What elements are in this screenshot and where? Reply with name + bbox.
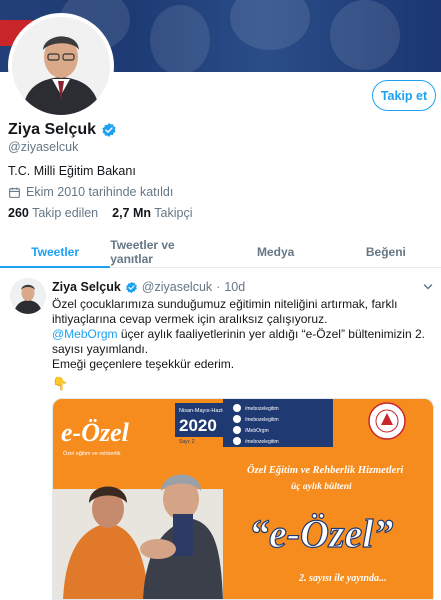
banner-shape (330, 0, 400, 70)
profile-tabs: Tweetler Tweetler ve yanıtlar Medya Beğe… (0, 236, 441, 268)
following-label: Takip edilen (32, 206, 99, 220)
banner-shape (230, 0, 310, 50)
joined-text: Ekim 2010 tarihinde katıldı (26, 185, 174, 199)
chevron-down-icon[interactable] (423, 282, 433, 292)
twitter-icon (233, 426, 241, 434)
youtube-icon (233, 437, 241, 445)
tweet-author-name[interactable]: Ziya Selçuk (52, 280, 121, 294)
tab-tweets-and-replies[interactable]: Tweetler ve yanıtlar (110, 236, 220, 267)
tweet-mention[interactable]: @MebOrgm (52, 327, 118, 341)
avatar-portrait (12, 17, 110, 115)
tweet-avatar[interactable] (10, 278, 46, 314)
following-stat[interactable]: 260 Takip edilen (8, 206, 98, 220)
pointing-down-icon: 👇 (52, 376, 69, 391)
bulletin-date-label: Nisan-Mayıs-Haziran (179, 408, 230, 414)
tweet-line-1: Özel çocuklarımıza sunduğumuz eğitimin n… (52, 297, 398, 326)
profile-stats: 260 Takip edilen 2,7 Mn Takipçi (8, 206, 193, 220)
social-handle-3: /MebOrgm (245, 428, 269, 434)
bulletin-year: 2020 (179, 416, 217, 435)
tab-tweets[interactable]: Tweetler (0, 236, 111, 268)
bulletin-headline-2: üç aylık bülteni (291, 482, 352, 492)
tweet-author-handle[interactable]: @ziyaselcuk (142, 280, 212, 294)
tweet-text: Özel çocuklarımıza sunduğumuz eğitimin n… (52, 297, 434, 372)
tab-likes[interactable]: Beğeni (331, 236, 441, 267)
verified-badge-icon (102, 123, 116, 137)
profile-name: Ziya Selçuk (8, 121, 97, 138)
calendar-icon (9, 187, 20, 198)
profile-joined: Ekim 2010 tarihinde katıldı (8, 185, 173, 199)
bulletin-footer: 2. sayısı ile yayında... (298, 573, 387, 584)
bulletin-brand: e-Özel (61, 418, 130, 447)
bulletin-sayi: Sayı: 2 (179, 439, 195, 445)
profile-avatar[interactable] (8, 13, 114, 119)
tweet-header: Ziya Selçuk @ziyaselcuk · 10d (52, 280, 432, 294)
profile-handle: @ziyaselcuk (8, 140, 79, 154)
followers-stat[interactable]: 2,7 Mn Takipçi (112, 206, 192, 220)
verified-badge-icon (125, 281, 137, 293)
tweet-line-3: Emeği geçenlere teşekkür ederim. (52, 357, 235, 371)
instagram-icon (233, 404, 241, 412)
bulletin-cover: e-Özel Özel eğitim ve rehberlik Nisan-Ma… (53, 399, 433, 599)
profile-name-row: Ziya Selçuk (8, 121, 117, 139)
tweet-avatar-portrait (10, 278, 46, 314)
banner-shape (150, 5, 210, 72)
social-handle-4: /mebozelegitim (245, 439, 279, 445)
follow-button[interactable]: Takip et (372, 80, 436, 111)
tweet-time[interactable]: 10d (224, 280, 245, 294)
tab-media[interactable]: Medya (221, 236, 331, 267)
social-handle-2: /mebozelegitim (245, 417, 279, 423)
following-count: 260 (8, 206, 29, 220)
followers-count: 2,7 Mn (112, 206, 152, 220)
followers-label: Takipçi (154, 206, 193, 220)
tweet-media-image[interactable]: e-Özel Özel eğitim ve rehberlik Nisan-Ma… (52, 398, 434, 600)
facebook-icon (233, 415, 241, 423)
tweet-line-2: @MebOrgm üçer aylık faaliyetlerinin yer … (52, 327, 434, 357)
bulletin-headline-1: Özel Eğitim ve Rehberlik Hizmetleri (247, 463, 403, 476)
bulletin-big-title: “e-Özel” (249, 511, 393, 556)
tweet-separator: · (216, 280, 221, 294)
profile-bio: T.C. Milli Eğitim Bakanı (8, 164, 136, 178)
bulletin-brand-sub: Özel eğitim ve rehberlik (63, 450, 121, 457)
social-handle-1: /mebozelegitim (245, 406, 279, 412)
